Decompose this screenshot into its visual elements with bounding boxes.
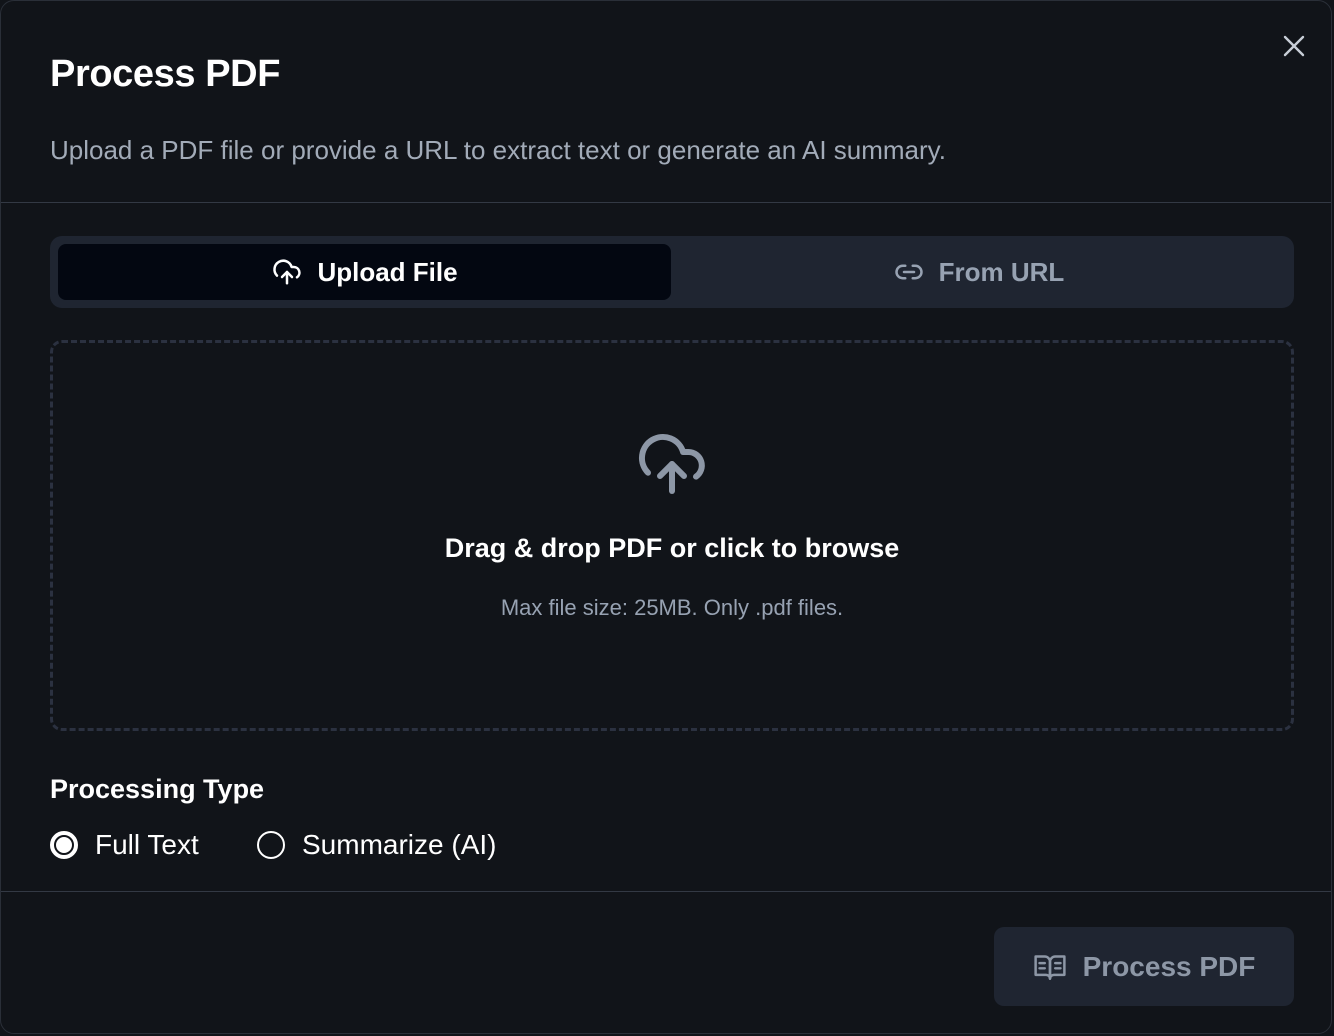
tab-from-url-label: From URL bbox=[938, 256, 1065, 287]
radio-summarize-ai-label: Summarize (AI) bbox=[302, 829, 497, 860]
process-pdf-button-label: Process PDF bbox=[1082, 950, 1256, 982]
tab-from-url[interactable]: From URL bbox=[672, 244, 1285, 300]
radio-full-text[interactable]: Full Text bbox=[50, 826, 199, 864]
process-pdf-button[interactable]: Process PDF bbox=[994, 927, 1294, 1006]
dropzone-title: Drag & drop PDF or click to browse bbox=[444, 533, 900, 563]
source-tabs: Upload File From URL bbox=[50, 236, 1294, 308]
radio-full-text-label: Full Text bbox=[95, 829, 199, 860]
processing-type-label: Processing Type bbox=[50, 774, 265, 804]
radio-summarize-ai-control[interactable] bbox=[257, 831, 285, 859]
dialog-description: Upload a PDF file or provide a URL to ex… bbox=[50, 135, 946, 165]
close-button[interactable] bbox=[1278, 30, 1310, 62]
tab-upload-file[interactable]: Upload File bbox=[58, 244, 671, 300]
radio-full-text-control[interactable] bbox=[50, 831, 78, 859]
link-icon bbox=[894, 264, 923, 280]
dropzone-subtitle: Max file size: 25MB. Only .pdf files. bbox=[500, 595, 844, 620]
close-icon bbox=[1283, 35, 1305, 57]
header-divider bbox=[1, 202, 1331, 203]
book-open-icon bbox=[1033, 954, 1066, 980]
radio-summarize-ai[interactable]: Summarize (AI) bbox=[257, 826, 496, 864]
tab-upload-file-label: Upload File bbox=[317, 256, 458, 287]
process-pdf-dialog: Process PDF Upload a PDF file or provide… bbox=[0, 0, 1332, 1034]
cloud-upload-icon bbox=[638, 433, 705, 494]
cloud-upload-icon bbox=[273, 259, 302, 285]
footer-divider bbox=[1, 891, 1331, 892]
dialog-title: Process PDF bbox=[50, 53, 281, 95]
